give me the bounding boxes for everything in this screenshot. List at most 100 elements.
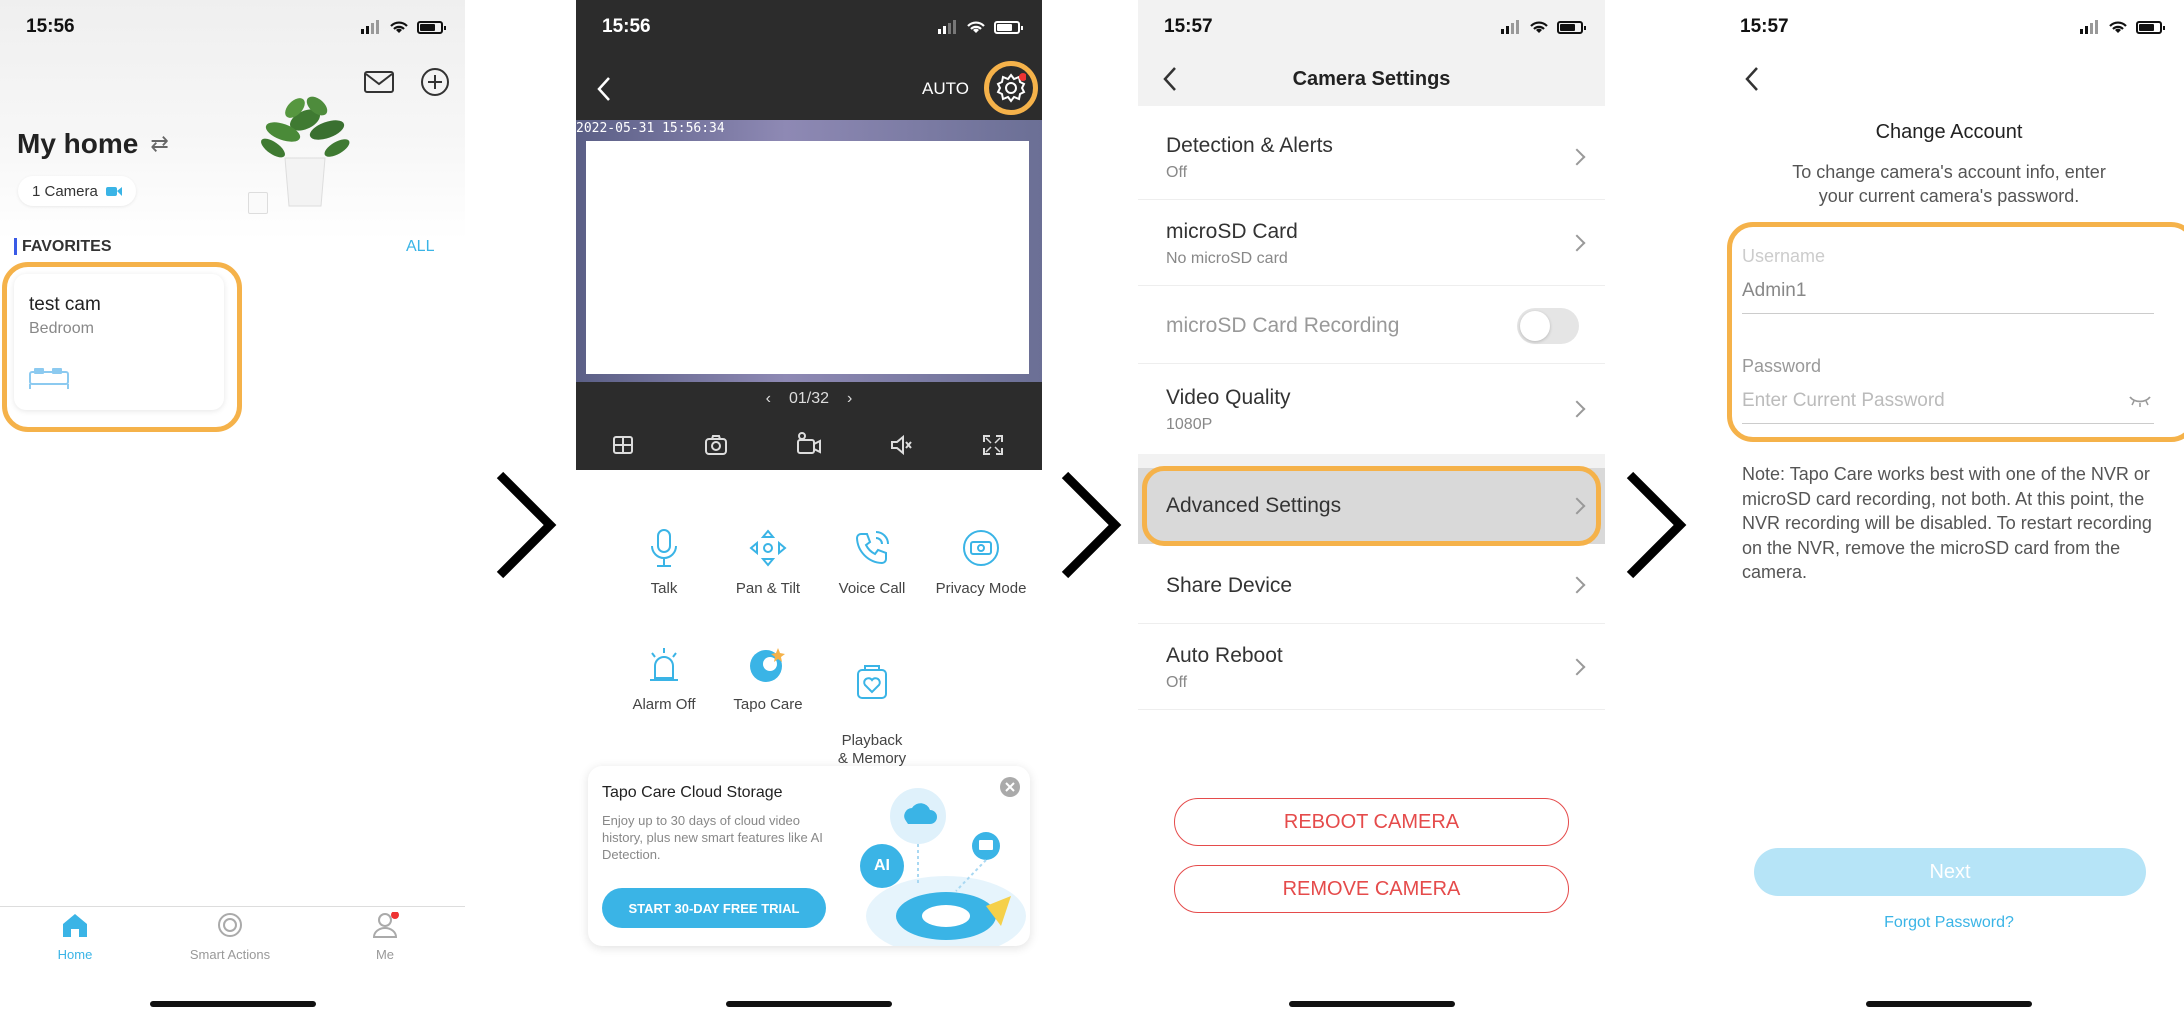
privacy-mode-button[interactable]: Privacy Mode xyxy=(924,528,1038,597)
row-video-quality[interactable]: Video Quality 1080P xyxy=(1138,364,1605,454)
all-link[interactable]: ALL xyxy=(406,238,434,256)
free-trial-button[interactable]: START 30-DAY FREE TRIAL xyxy=(602,888,826,928)
home-indicator xyxy=(1288,1001,1455,1007)
camera-count-label: 1 Camera xyxy=(32,182,98,200)
row-title: Detection & Alerts xyxy=(1166,134,1333,157)
signal-icon xyxy=(2080,20,2098,34)
row-auto-reboot[interactable]: Auto Reboot Off xyxy=(1138,624,1605,710)
pan-tilt-icon xyxy=(749,529,787,567)
next-button[interactable]: Next xyxy=(1754,848,2146,896)
home-selector[interactable]: My home ⇄ xyxy=(17,128,169,160)
reboot-camera-button[interactable]: REBOOT CAMERA xyxy=(1174,798,1569,846)
status-bar: 15:57 xyxy=(1714,0,2184,54)
record-icon[interactable] xyxy=(796,432,822,456)
status-icons xyxy=(1501,20,1586,34)
screen-camera-settings: 15:57 Camera Settings Detection & Alerts… xyxy=(1138,0,1605,1032)
mute-icon[interactable] xyxy=(889,434,913,456)
status-bar: 15:56 xyxy=(0,0,465,54)
wifi-icon xyxy=(1530,21,1548,33)
device-name: test cam xyxy=(29,294,101,315)
screen-change-account: 15:57 Change Account To change camera's … xyxy=(1714,0,2184,1032)
username-field[interactable]: Admin1 xyxy=(1742,280,2154,314)
row-detection-alerts[interactable]: Detection & Alerts Off xyxy=(1138,114,1605,200)
playback-button[interactable]: Playback & Memory xyxy=(820,644,924,786)
battery-icon xyxy=(1557,20,1586,34)
status-bar: 15:56 xyxy=(576,0,1042,54)
signal-icon xyxy=(938,20,956,34)
tab-smart-actions[interactable]: Smart Actions xyxy=(175,912,285,962)
switch-icon: ⇄ xyxy=(150,131,169,156)
gear-icon[interactable] xyxy=(996,73,1026,103)
step-arrow-icon xyxy=(496,471,557,579)
mode-label[interactable]: AUTO xyxy=(922,79,969,99)
voice-call-button[interactable]: Voice Call xyxy=(820,528,924,597)
eye-closed-icon[interactable] xyxy=(2128,394,2152,408)
smart-actions-icon xyxy=(218,913,242,937)
row-subtitle: Off xyxy=(1166,164,1188,181)
row-share-device[interactable]: Share Device xyxy=(1138,546,1605,624)
promo-card[interactable]: AI Tapo Care Cloud Storage Enjoy up to 3… xyxy=(588,766,1030,946)
battery-icon xyxy=(994,20,1023,34)
battery-icon xyxy=(2136,20,2165,34)
back-icon[interactable] xyxy=(1744,66,1760,92)
feed-timestamp: 2022-05-31 15:56:34 xyxy=(576,121,725,136)
wifi-icon xyxy=(390,21,408,33)
recording-toggle[interactable] xyxy=(1517,308,1579,344)
screen-home: 15:56 My home ⇄ 1 Camera FAVORITES ALL t… xyxy=(0,0,465,1032)
tapo-care-button[interactable]: Tapo Care xyxy=(716,644,820,713)
tabbar-divider xyxy=(0,906,465,907)
password-label: Password xyxy=(1742,356,1822,376)
microphone-icon xyxy=(651,529,677,567)
playback-icon xyxy=(857,665,887,699)
tab-me[interactable]: Me xyxy=(330,911,440,962)
home-indicator xyxy=(149,1001,316,1007)
privacy-icon xyxy=(963,530,999,566)
battery-icon xyxy=(417,20,446,34)
page-title: Camera Settings xyxy=(1292,68,1451,90)
status-bar: 15:57 xyxy=(1138,0,1605,54)
alarm-icon xyxy=(650,648,678,681)
row-microsd-recording: microSD Card Recording xyxy=(1138,286,1605,364)
tab-home[interactable]: Home xyxy=(20,912,130,962)
bed-icon xyxy=(29,368,69,389)
screenshot-icon[interactable] xyxy=(704,434,728,456)
mail-icon[interactable] xyxy=(364,70,394,94)
add-icon[interactable] xyxy=(420,67,450,97)
note-text: Note: Tapo Care works best with one of t… xyxy=(1742,464,2152,582)
back-icon[interactable] xyxy=(596,76,612,102)
row-microsd-card[interactable]: microSD Card No microSD card xyxy=(1138,200,1605,286)
tab-me-label: Me xyxy=(375,947,395,962)
tapo-care-label: Tapo Care xyxy=(733,696,803,713)
next-page-icon[interactable]: › xyxy=(847,390,852,408)
device-card[interactable]: test cam Bedroom xyxy=(14,274,224,410)
status-time: 15:56 xyxy=(26,16,75,37)
status-icons xyxy=(2080,20,2165,34)
privacy-mode-label: Privacy Mode xyxy=(935,580,1027,597)
page-indicator: ‹ 01/32 › xyxy=(576,390,1042,408)
page-title: Change Account xyxy=(1875,121,2023,143)
wifi-icon xyxy=(967,21,985,33)
forgot-password-link[interactable]: Forgot Password? xyxy=(1714,914,2184,932)
alarm-button[interactable]: Alarm Off xyxy=(612,644,716,713)
promo-text: Enjoy up to 30 days of cloud video histo… xyxy=(602,813,823,862)
password-field[interactable]: Enter Current Password xyxy=(1742,390,2154,424)
ai-badge: AI xyxy=(860,844,904,888)
talk-button[interactable]: Talk xyxy=(612,528,716,597)
grid-icon[interactable] xyxy=(612,434,634,456)
status-time: 15:57 xyxy=(1164,16,1213,37)
home-indicator xyxy=(1866,1001,2032,1007)
prev-page-icon[interactable]: ‹ xyxy=(766,390,771,408)
status-time: 15:57 xyxy=(1740,16,1789,37)
close-icon[interactable] xyxy=(999,776,1021,798)
remove-camera-button[interactable]: REMOVE CAMERA xyxy=(1174,865,1569,913)
pan-tilt-button[interactable]: Pan & Tilt xyxy=(716,528,820,597)
promo-title: Tapo Care Cloud Storage xyxy=(602,784,783,801)
home-icon xyxy=(63,914,87,937)
username-label: Username xyxy=(1742,246,1826,266)
signal-icon xyxy=(1501,20,1519,34)
camera-count-chip[interactable]: 1 Camera xyxy=(18,176,136,206)
page-number: 01/32 xyxy=(788,390,830,407)
page-subtitle: To change camera's account info, enter y… xyxy=(1792,162,2106,206)
row-subtitle: Off xyxy=(1166,674,1188,691)
fullscreen-icon[interactable] xyxy=(982,434,1004,456)
